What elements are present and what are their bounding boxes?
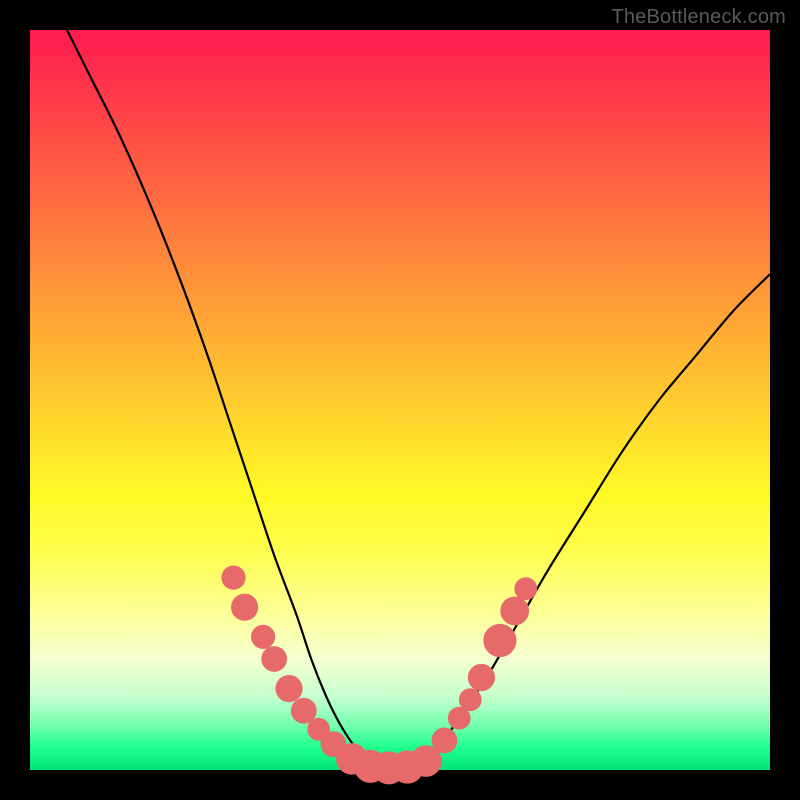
plot-area — [30, 30, 770, 770]
bottleneck-curve — [67, 30, 770, 771]
right-cluster-7 — [514, 577, 537, 600]
outer-frame: TheBottleneck.com — [0, 0, 800, 800]
left-cluster-4 — [261, 646, 287, 672]
curve-svg — [30, 30, 770, 770]
right-cluster-3 — [459, 688, 482, 711]
marker-group — [221, 566, 537, 785]
left-cluster-3 — [251, 625, 275, 649]
right-cluster-4 — [468, 664, 495, 691]
right-cluster-1 — [432, 728, 458, 754]
right-cluster-5 — [483, 624, 516, 657]
left-cluster-2 — [231, 594, 258, 621]
right-cluster-6 — [500, 597, 529, 626]
left-cluster-5 — [275, 675, 302, 702]
left-cluster-1 — [221, 566, 245, 590]
attribution-text: TheBottleneck.com — [611, 6, 786, 29]
